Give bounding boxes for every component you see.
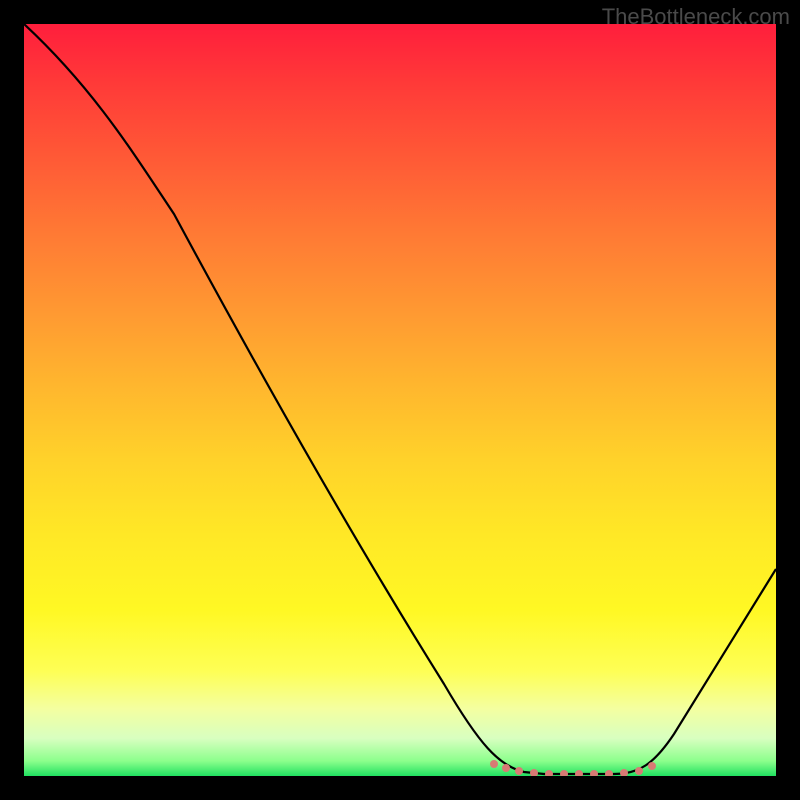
curve-line xyxy=(24,24,776,774)
chart-frame xyxy=(24,24,776,776)
bottleneck-curve xyxy=(24,24,776,776)
watermark-text: TheBottleneck.com xyxy=(602,4,790,30)
